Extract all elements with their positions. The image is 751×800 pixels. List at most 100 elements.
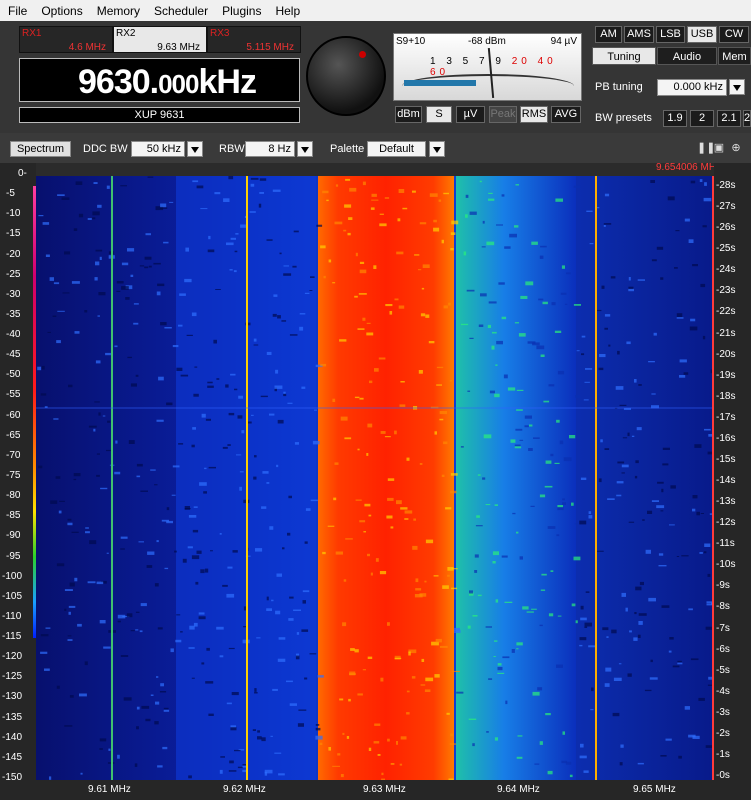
level-axis-label: -55 xyxy=(6,389,21,401)
level-axis-label: -90 xyxy=(6,530,21,542)
level-axis-label: -140 xyxy=(2,731,23,743)
bw-presets-label: BW presets xyxy=(595,112,652,124)
bw-preset-3[interactable]: 2.1 xyxy=(717,110,741,127)
smeter-scale-over-40: 40 xyxy=(537,56,557,67)
waterfall-display[interactable] xyxy=(36,176,714,780)
zoom-icon[interactable]: ⊕ xyxy=(730,142,742,154)
mode-lsb[interactable]: LSB xyxy=(656,26,685,43)
dbm-button[interactable]: dBm xyxy=(395,106,422,123)
frequency-axis-label: 9.61 MHz xyxy=(88,784,131,795)
rbw-select[interactable]: 8 Hz xyxy=(245,141,295,157)
frequency-axis-label: 9.62 MHz xyxy=(223,784,266,795)
bw-preset-4[interactable]: 2 xyxy=(743,110,751,127)
tuning-knob[interactable] xyxy=(306,36,386,116)
palette-dropdown-icon[interactable] xyxy=(429,141,445,157)
tab-mem[interactable]: Mem xyxy=(718,47,751,65)
mode-usb[interactable]: USB xyxy=(687,26,717,43)
time-axis-label: -6s xyxy=(716,643,730,655)
spectrum-button[interactable]: Spectrum xyxy=(10,141,71,157)
level-axis-label: -75 xyxy=(6,470,21,481)
waterfall-right-sideband xyxy=(456,176,576,780)
palette-label: Palette xyxy=(330,143,365,155)
time-axis-label: -11s xyxy=(716,538,735,550)
mode-am[interactable]: AM xyxy=(595,26,622,43)
time-axis-label: -25s xyxy=(716,243,736,255)
rbw-dropdown-icon[interactable] xyxy=(297,141,313,157)
time-axis-label: -4s xyxy=(716,685,730,697)
level-axis-label: -65 xyxy=(6,429,21,441)
uv-button[interactable]: µV xyxy=(456,106,485,123)
bw-preset-2[interactable]: 2 xyxy=(690,110,714,127)
tab-audio[interactable]: Audio xyxy=(657,47,717,65)
time-axis-label: -17s xyxy=(716,411,736,423)
palette-select[interactable]: Default xyxy=(367,141,426,157)
ddc-bw-select[interactable]: 50 kHz xyxy=(131,141,185,157)
level-axis-label: -115 xyxy=(2,631,22,643)
level-axis-label: -40 xyxy=(6,329,21,341)
time-axis-label: -26s xyxy=(716,222,736,234)
save-icon[interactable]: ▣ xyxy=(713,142,725,154)
time-axis-label: -1s xyxy=(716,748,730,760)
rx2-freq: 9.63 MHz xyxy=(157,42,200,53)
pause-icon[interactable]: ❚❚ xyxy=(697,142,715,154)
time-axis-label: -8s xyxy=(716,601,730,613)
menu-plugins[interactable]: Plugins xyxy=(214,4,267,18)
rx1-tab[interactable]: RX1 4.6 MHz xyxy=(19,26,113,53)
menu-bar: File Options Memory Scheduler Plugins He… xyxy=(0,0,751,21)
level-axis-label: -120 xyxy=(2,651,23,663)
level-axis-label: -130 xyxy=(2,691,23,703)
s-meter: S9+10 -68 dBm 94 µV 1 3 5 7 9 20 40 60 xyxy=(393,33,582,101)
rx3-name: RX3 xyxy=(210,28,230,39)
time-axis-label: -21s xyxy=(716,327,736,339)
level-axis-label: -135 xyxy=(2,711,23,723)
bw-preset-1[interactable]: 1.9 xyxy=(663,110,687,127)
time-axis-label: -23s xyxy=(716,285,736,297)
time-axis-label: -5s xyxy=(716,664,730,676)
s-button[interactable]: S xyxy=(426,106,452,123)
rms-button[interactable]: RMS xyxy=(520,106,548,123)
level-axis-label: -70 xyxy=(6,449,21,461)
tab-tuning[interactable]: Tuning xyxy=(592,47,656,65)
frequency-fraction: 000 xyxy=(158,69,199,99)
level-axis-label: -5 xyxy=(6,188,15,200)
pb-tuning-dropdown-icon[interactable] xyxy=(729,79,745,95)
menu-file[interactable]: File xyxy=(0,4,33,18)
pb-tuning-input[interactable]: 0.000 kHz xyxy=(657,79,727,96)
frequency-display[interactable]: 9630.000kHz xyxy=(19,58,300,102)
level-axis-label: -20 xyxy=(6,248,21,260)
smeter-arc xyxy=(402,74,574,98)
ddc-bw-dropdown-icon[interactable] xyxy=(187,141,203,157)
rx2-tab[interactable]: RX2 9.63 MHz xyxy=(113,26,207,53)
rx1-name: RX1 xyxy=(22,28,42,39)
time-axis-label: -7s xyxy=(716,622,730,634)
time-axis-label: -3s xyxy=(716,706,730,718)
level-axis-label: -60 xyxy=(6,409,21,421)
level-axis-label: -125 xyxy=(2,671,23,683)
time-axis-label: -15s xyxy=(716,453,736,465)
menu-memory[interactable]: Memory xyxy=(89,4,146,18)
mode-cw[interactable]: CW xyxy=(719,26,749,43)
station-name[interactable]: XUP 9631 xyxy=(19,107,300,123)
avg-button[interactable]: AVG xyxy=(551,106,581,123)
time-axis-label: -13s xyxy=(716,496,736,508)
mode-ams[interactable]: AMS xyxy=(624,26,654,43)
smeter-dbm: -68 dBm xyxy=(468,36,506,47)
time-axis-label: -24s xyxy=(716,264,736,276)
menu-options[interactable]: Options xyxy=(33,4,88,18)
cursor-frequency: 9.654006 MHz xyxy=(656,162,722,173)
frequency-unit: kHz xyxy=(198,63,256,101)
menu-scheduler[interactable]: Scheduler xyxy=(146,4,214,18)
menu-help[interactable]: Help xyxy=(267,4,306,18)
level-axis-label: -85 xyxy=(6,510,21,522)
smeter-scale-s: 1 3 5 7 9 xyxy=(430,56,505,67)
level-axis-label: -95 xyxy=(6,550,21,562)
rx3-tab[interactable]: RX3 5.115 MHz xyxy=(207,26,301,53)
peak-button[interactable]: Peak xyxy=(489,106,517,123)
level-axis-label: -110 xyxy=(2,610,22,622)
level-axis-label: 0- xyxy=(18,168,27,179)
frequency-value: 9630.000kHz xyxy=(78,63,257,102)
level-axis-label: -105 xyxy=(2,590,23,602)
time-axis-label: -18s xyxy=(716,390,736,402)
frequency-axis-label: 9.65 MHz xyxy=(633,784,676,795)
level-axis-label: -80 xyxy=(6,490,21,502)
